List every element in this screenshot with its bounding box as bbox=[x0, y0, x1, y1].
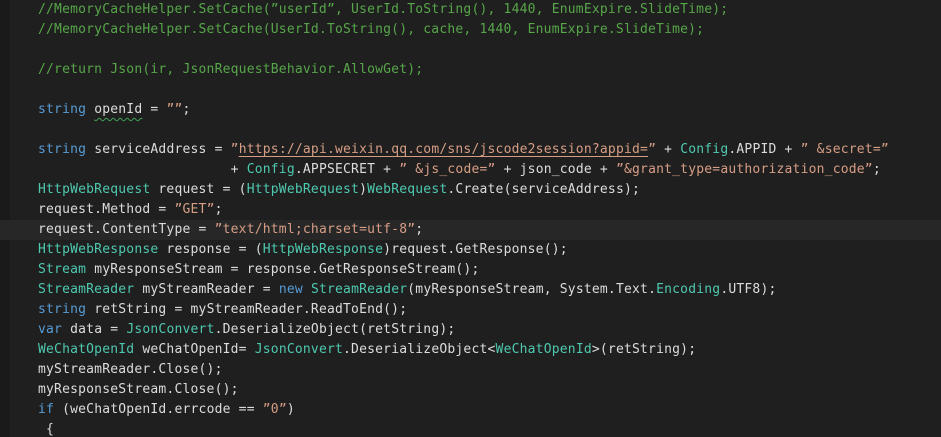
code-token: .Create(serviceAddress); bbox=[447, 182, 641, 197]
code-line[interactable]: //MemoryCacheHelper.SetCache(UserId.ToSt… bbox=[0, 20, 941, 40]
code-token: data = bbox=[62, 322, 127, 337]
code-line[interactable]: { bbox=[0, 420, 941, 437]
code-token: request = ( bbox=[150, 182, 247, 197]
code-token: WeChatOpenId bbox=[495, 342, 592, 357]
code-token: if bbox=[38, 402, 55, 417]
code-line[interactable]: //return Json(ir, JsonRequestBehavior.Al… bbox=[0, 60, 941, 80]
code-token: .APPID + bbox=[728, 142, 801, 157]
code-line[interactable] bbox=[0, 120, 941, 140]
code-token: string bbox=[38, 102, 87, 117]
code-line[interactable] bbox=[0, 40, 941, 60]
code-token: ”” bbox=[166, 102, 183, 117]
code-line[interactable]: request.ContentType = ”text/html;charset… bbox=[0, 220, 941, 240]
code-token: Config bbox=[246, 162, 295, 177]
code-token: HttpWebRequest bbox=[246, 182, 360, 197]
code-token: .UTF8); bbox=[720, 282, 777, 297]
code-token: string bbox=[38, 142, 87, 157]
code-token: )request.GetResponse(); bbox=[383, 242, 568, 257]
code-token: response = ( bbox=[158, 242, 263, 257]
code-token: ; bbox=[214, 202, 223, 217]
code-line[interactable]: string serviceAddress = ”https://api.wei… bbox=[0, 140, 941, 160]
code-token: ; bbox=[872, 162, 881, 177]
code-line[interactable]: string retString = myStreamReader.ReadTo… bbox=[0, 300, 941, 320]
code-token: WeChatOpenId bbox=[38, 342, 135, 357]
code-token: ; bbox=[415, 222, 424, 237]
code-line[interactable]: var data = JsonConvert.DeserializeObject… bbox=[0, 320, 941, 340]
code-token: StreamReader bbox=[310, 282, 408, 297]
code-token: + json_code + bbox=[495, 162, 616, 177]
code-line[interactable]: WeChatOpenId weChatOpenId= JsonConvert.D… bbox=[0, 340, 941, 360]
code-token: = bbox=[142, 102, 167, 117]
code-token: retString = myStreamReader.ReadToEnd(); bbox=[86, 302, 408, 317]
code-line[interactable]: HttpWebRequest request = (HttpWebRequest… bbox=[0, 180, 941, 200]
code-token: ”GET” bbox=[174, 202, 215, 217]
code-token: Stream bbox=[38, 262, 87, 277]
code-token: (myResponseStream, System.Text. bbox=[407, 282, 657, 297]
code-token: Encoding bbox=[656, 282, 721, 297]
code-token: + bbox=[38, 162, 247, 177]
code-line[interactable]: StreamReader myStreamReader = new Stream… bbox=[0, 280, 941, 300]
code-token: weChatOpenId= bbox=[134, 342, 255, 357]
code-token: JsonConvert bbox=[126, 322, 215, 337]
code-token: ; bbox=[182, 102, 191, 117]
code-token: ” &js_code=” bbox=[399, 162, 496, 177]
code-token: ”text/html;charset=utf-8” bbox=[214, 222, 416, 237]
code-area[interactable]: //MemoryCacheHelper.SetCache(”userId”, U… bbox=[0, 0, 941, 437]
code-token: ”0” bbox=[262, 402, 287, 417]
code-token: ” &secret=” bbox=[800, 142, 889, 157]
code-token: myStreamReader = bbox=[134, 282, 279, 297]
code-token: Config bbox=[680, 142, 729, 157]
code-line[interactable]: HttpWebResponse response = (HttpWebRespo… bbox=[0, 240, 941, 260]
code-token: ” bbox=[648, 142, 657, 157]
code-token: HttpWebRequest bbox=[38, 182, 151, 197]
code-token: //return Json(ir, JsonRequestBehavior.Al… bbox=[38, 62, 424, 77]
code-line[interactable]: Stream myResponseStream = response.GetRe… bbox=[0, 260, 941, 280]
code-token: //MemoryCacheHelper.SetCache(”userId”, U… bbox=[38, 2, 729, 17]
code-line[interactable]: + Config.APPSECRET + ” &js_code=” + json… bbox=[0, 160, 941, 180]
code-token: request.Method = bbox=[38, 202, 175, 217]
code-token: string bbox=[38, 302, 87, 317]
code-line[interactable] bbox=[0, 80, 941, 100]
code-editor[interactable]: //MemoryCacheHelper.SetCache(”userId”, U… bbox=[0, 0, 941, 437]
code-token: + bbox=[656, 142, 681, 157]
code-token: { bbox=[38, 422, 55, 437]
code-token: ) bbox=[359, 182, 368, 197]
code-token: request.ContentType = bbox=[38, 222, 215, 237]
code-line[interactable]: if (weChatOpenId.errcode == ”0”) bbox=[0, 400, 941, 420]
code-token: >(retString); bbox=[591, 342, 697, 357]
code-token: serviceAddress = bbox=[86, 142, 231, 157]
code-token: ” bbox=[230, 142, 239, 157]
code-token: .DeserializeObject< bbox=[343, 342, 496, 357]
code-token: .DeserializeObject(retString); bbox=[214, 322, 456, 337]
code-token: var bbox=[38, 322, 63, 337]
code-token: //MemoryCacheHelper.SetCache(UserId.ToSt… bbox=[38, 22, 705, 37]
code-token: myResponseStream.Close(); bbox=[38, 382, 239, 397]
code-token: myResponseStream = response.GetResponseS… bbox=[86, 262, 480, 277]
code-line[interactable]: myResponseStream.Close(); bbox=[0, 380, 941, 400]
code-line[interactable]: string openId = ””; bbox=[0, 100, 941, 120]
code-token: myStreamReader.Close(); bbox=[38, 362, 223, 377]
code-token: StreamReader bbox=[38, 282, 135, 297]
code-token: (weChatOpenId.errcode == bbox=[54, 402, 263, 417]
code-token: new bbox=[278, 282, 303, 297]
code-line[interactable]: //MemoryCacheHelper.SetCache(”userId”, U… bbox=[0, 0, 941, 20]
code-token: HttpWebResponse bbox=[38, 242, 159, 257]
code-token: HttpWebResponse bbox=[262, 242, 384, 257]
code-token: ”&grant_type=authorization_code” bbox=[615, 162, 873, 177]
code-token: JsonConvert bbox=[254, 342, 344, 357]
code-token: .APPSECRET + bbox=[294, 162, 400, 177]
code-line[interactable]: myStreamReader.Close(); bbox=[0, 360, 941, 380]
code-token: ) bbox=[286, 402, 295, 417]
code-token: https://api.weixin.qq.com/sns/jscode2ses… bbox=[238, 142, 649, 157]
code-token: openId bbox=[94, 102, 143, 117]
code-line[interactable]: request.Method = ”GET”; bbox=[0, 200, 941, 220]
code-token: WebRequest bbox=[367, 182, 448, 197]
